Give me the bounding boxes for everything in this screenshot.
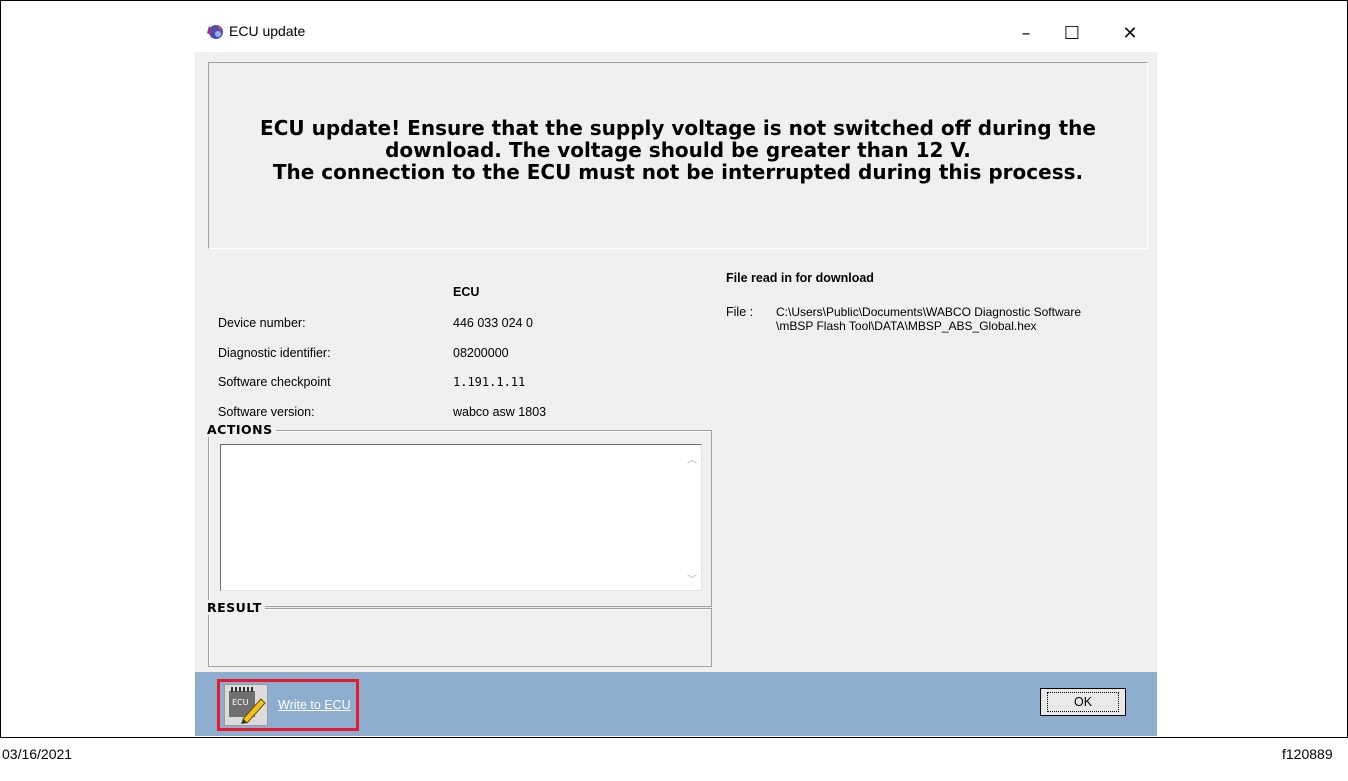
maximize-button[interactable]: ☐ (1049, 18, 1095, 48)
bottom-action-bar: ECU Write to ECU OK (195, 672, 1157, 736)
ecu-pencil-icon: ECU (229, 687, 266, 724)
minimize-button[interactable]: – (1003, 18, 1049, 48)
diagnostic-identifier-label: Diagnostic identifier: (218, 346, 331, 360)
footer-figure-id: f120889 (1282, 746, 1333, 762)
device-number-label: Device number: (218, 316, 306, 330)
warning-text: ECU update! Ensure that the supply volta… (209, 117, 1147, 183)
warning-line-3: The connection to the ECU must not be in… (272, 160, 1084, 184)
result-group: RESULT (207, 600, 712, 667)
software-checkpoint-label: Software checkpoint (218, 375, 331, 389)
warning-banner: ECU update! Ensure that the supply volta… (208, 62, 1148, 249)
window-title: ECU update (229, 23, 306, 39)
file-path-line-2: \mBSP Flash Tool\DATA\MBSP_ABS_Global.he… (776, 319, 1037, 333)
software-checkpoint-value: 1.191.1.11 (453, 375, 526, 389)
ok-button[interactable]: OK (1040, 688, 1126, 716)
title-bar[interactable]: ECU update – ☐ ✕ (195, 12, 1157, 52)
file-path-line-1: C:\Users\Public\Documents\WABCO Diagnost… (776, 305, 1081, 319)
scroll-up-icon[interactable]: ︿ (687, 451, 697, 466)
write-to-ecu-button[interactable]: ECU Write to ECU (217, 679, 359, 731)
close-button[interactable]: ✕ (1107, 18, 1153, 48)
actions-group: ACTIONS ︿ ﹀ (207, 422, 712, 607)
result-title: RESULT (207, 600, 265, 615)
diagnostic-identifier-value: 08200000 (453, 346, 509, 360)
ecu-chip-icon: ECU (224, 684, 268, 726)
warning-line-2: download. The voltage should be greater … (385, 138, 971, 162)
device-number-value: 446 033 024 0 (453, 316, 533, 330)
app-icon (207, 25, 223, 39)
ecu-header: ECU (453, 285, 480, 299)
svg-text:ECU: ECU (232, 698, 249, 707)
warning-line-1: ECU update! Ensure that the supply volta… (260, 116, 1096, 140)
footer-date: 03/16/2021 (2, 746, 73, 762)
file-header: File read in for download (726, 271, 874, 285)
ecu-update-window: ECU update – ☐ ✕ ECU update! Ensure that… (195, 12, 1157, 736)
actions-log[interactable]: ︿ ﹀ (220, 444, 702, 591)
software-version-value: wabco asw 1803 (453, 405, 547, 419)
file-label: File : (726, 305, 754, 319)
scroll-down-icon[interactable]: ﹀ (687, 571, 697, 586)
actions-title: ACTIONS (207, 422, 276, 437)
software-version-label: Software version: (218, 405, 315, 419)
write-to-ecu-label: Write to ECU (278, 698, 351, 712)
ok-label: OK (1046, 692, 1120, 712)
